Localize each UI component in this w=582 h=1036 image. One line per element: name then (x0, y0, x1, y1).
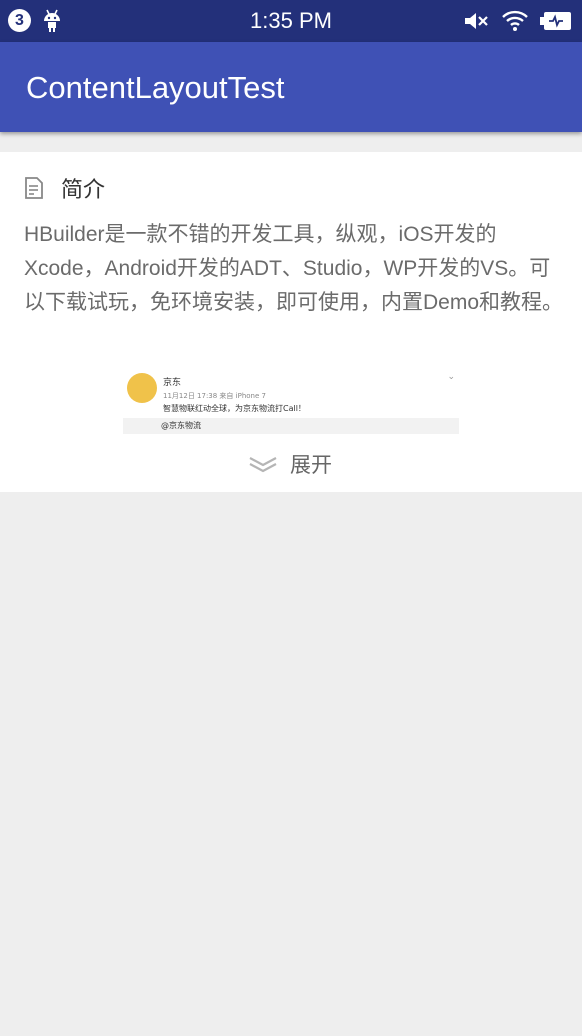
preview-text: 智慧物联红动全球，为京东物流打Call！ (163, 404, 306, 413)
expand-button[interactable]: 展开 (248, 449, 332, 479)
app-bar: ContentLayoutTest (0, 42, 582, 132)
chevron-down-icon: ⌄ (447, 372, 455, 382)
wifi-icon (502, 10, 528, 31)
preview-meta: 11月12日 17:38 来自 iPhone 7 (163, 392, 266, 400)
battery-icon (540, 12, 571, 30)
intro-content-text: HBuilder是一款不错的开发工具，纵观，iOS开发的Xcode，Androi… (24, 223, 564, 314)
preview-name: 京东 (163, 378, 182, 388)
expand-chevron-icon (249, 457, 277, 473)
app-title: ContentLayoutTest (26, 70, 285, 105)
preview-repost-text: @京东物流 (161, 421, 201, 430)
section-title: 简介 (61, 178, 106, 203)
preview-image[interactable]: 京东 11月12日 17:38 来自 iPhone 7 智慧物联红动全球，为京东… (123, 370, 459, 434)
mute-icon (465, 13, 488, 29)
avatar (127, 373, 157, 403)
expand-label: 展开 (290, 453, 332, 477)
document-icon (25, 177, 43, 199)
status-bar: 3 1:35 PM (0, 0, 582, 42)
preview-repost: @京东物流 (123, 418, 459, 434)
